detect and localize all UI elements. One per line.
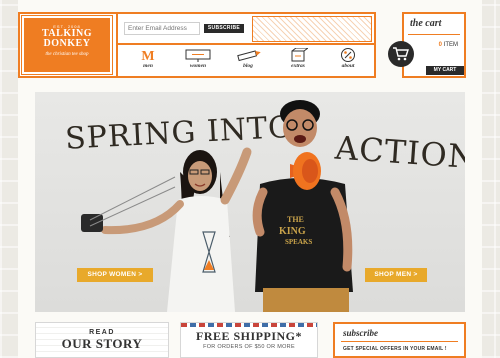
hero-headline-right: ACTION [333, 128, 465, 176]
free-shipping-panel[interactable]: FREE SHIPPING* FOR ORDERS OF $50 OR MORE [180, 322, 318, 358]
cart-title: the cart [410, 18, 442, 29]
sign-icon [174, 47, 222, 63]
nav-label-extras: extras [291, 63, 305, 69]
nav-item-extras[interactable]: extras [274, 47, 322, 75]
svg-text:KING: KING [279, 226, 306, 237]
box-icon [274, 47, 322, 63]
my-cart-button[interactable]: MY CART [426, 66, 464, 75]
shipping-subtitle: FOR ORDERS OF $50 OR MORE [203, 344, 295, 350]
email-input[interactable] [124, 22, 200, 35]
hero-headline-left: SPRING INTO [64, 110, 294, 157]
nav-label-about: about [341, 63, 355, 69]
nav-label-women: women [189, 63, 207, 69]
percent-circle-icon [324, 47, 372, 63]
cart-count: 0 ITEM [439, 42, 458, 48]
woman-figure [101, 147, 252, 312]
shop-women-button[interactable]: SHOP WOMEN > [77, 268, 153, 282]
svg-text:THE: THE [287, 215, 304, 224]
subscribe-title: subscribe [343, 328, 379, 338]
cart-divider [408, 34, 460, 35]
shopping-cart-icon [393, 47, 409, 61]
nav-divider [118, 43, 374, 45]
header-hatch-decoration [252, 16, 372, 42]
our-story-panel[interactable]: READ OUR STORY [35, 322, 169, 358]
slingshot-prop [81, 176, 176, 232]
story-read-label: READ [89, 329, 115, 336]
site-header: EST. 2008 TALKING DONKEY the christian t… [18, 12, 376, 78]
cart-count-suffix: ITEM [443, 42, 458, 48]
nav-label-blog: blog [243, 63, 253, 69]
subscribe-button[interactable]: SUBSCRIBE [204, 24, 244, 33]
svg-text:M: M [141, 49, 154, 62]
nav-label-men: men [143, 63, 153, 69]
shop-men-button[interactable]: SHOP MEN > [365, 268, 427, 282]
logo-line2: DONKEY [43, 38, 91, 49]
svg-text:SPEAKS: SPEAKS [285, 238, 312, 246]
cart-icon-button[interactable] [388, 41, 414, 67]
nav-item-blog[interactable]: blog [224, 47, 272, 75]
subscribe-divider [341, 341, 458, 342]
nav-item-women[interactable]: women [174, 47, 222, 75]
hero-banner[interactable]: SPRING INTO ACTION THE KING SPEAKS SHOP … [35, 92, 465, 312]
cart-count-number: 0 [438, 42, 442, 48]
logo-tagline: the christian tee shop [45, 52, 89, 57]
m-letter-icon: M [124, 47, 172, 63]
nav-item-men[interactable]: M men [124, 47, 172, 75]
subscribe-panel[interactable]: subscribe GET SPECIAL OFFERS IN YOUR EMA… [333, 322, 466, 358]
shipping-title: FREE SHIPPING* [195, 329, 302, 343]
header-divider [116, 14, 118, 76]
story-title: OUR STORY [61, 336, 143, 351]
subscribe-subtitle: GET SPECIAL OFFERS IN YOUR EMAIL ! [343, 346, 447, 352]
pencil-icon [224, 47, 272, 63]
site-logo[interactable]: EST. 2008 TALKING DONKEY the christian t… [21, 15, 113, 75]
airmail-stripe [181, 323, 317, 327]
nav-item-about[interactable]: about [324, 47, 372, 75]
